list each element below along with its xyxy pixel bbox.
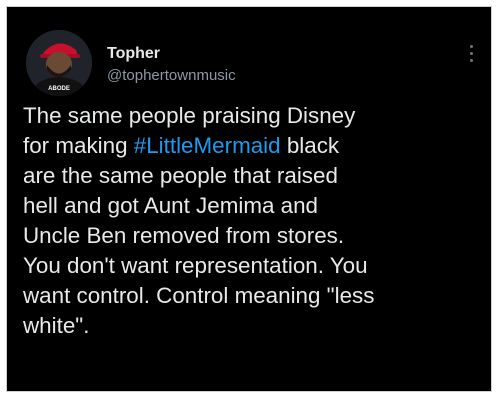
tweet-line: want control. Control meaning "less bbox=[23, 283, 375, 308]
tweet-line: are the same people that raised bbox=[23, 163, 338, 188]
display-name[interactable]: Topher bbox=[107, 45, 160, 63]
tweet-line: hell and got Aunt Jemima and bbox=[23, 193, 319, 218]
tweet-card: ABODE Topher @tophertownmusic The same p… bbox=[6, 6, 492, 392]
user-handle[interactable]: @tophertownmusic bbox=[107, 67, 236, 85]
more-vertical-icon[interactable] bbox=[467, 45, 475, 67]
tweet-line: You don't want representation. You bbox=[23, 253, 368, 278]
avatar-shirt-text: ABODE bbox=[48, 86, 70, 92]
tweet-line: The same people praising Disney bbox=[23, 103, 356, 128]
tweet-text: The same people praising Disney for maki… bbox=[23, 101, 483, 341]
tweet-line: Uncle Ben removed from stores. bbox=[23, 223, 345, 248]
tweet-line: for making #LittleMermaid black bbox=[23, 131, 483, 161]
tweet-text-fragment: black bbox=[280, 133, 340, 158]
avatar-image: ABODE bbox=[26, 30, 92, 96]
hashtag-link[interactable]: #LittleMermaid bbox=[134, 133, 281, 158]
tweet-text-fragment: for making bbox=[23, 133, 134, 158]
tweet-line: white". bbox=[23, 313, 90, 338]
avatar[interactable]: ABODE bbox=[26, 30, 92, 96]
